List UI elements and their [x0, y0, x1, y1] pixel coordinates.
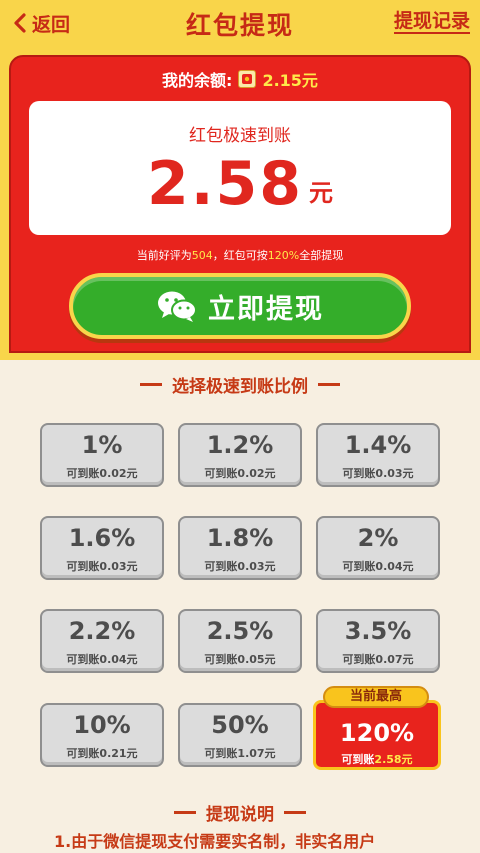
- title-dash: [140, 383, 162, 386]
- ratio-option[interactable]: 50% 可到账1.07元: [178, 703, 302, 767]
- wechat-icon: [158, 291, 197, 322]
- ratio-section-title: 选择极速到账比例: [0, 372, 480, 397]
- withdraw-now-label: 立即提现: [208, 293, 324, 325]
- header: 返回 红包提现 提现记录: [0, 0, 480, 48]
- option-amount: 可到账2.58元: [316, 751, 438, 767]
- option-amount: 可到账0.04元: [66, 653, 138, 666]
- option-amount: 可到账0.07元: [342, 653, 414, 666]
- ratio-option[interactable]: 2.2% 可到账0.04元: [40, 609, 164, 673]
- option-amount: 可到账0.05元: [204, 653, 276, 666]
- option-percent: 50%: [211, 711, 269, 739]
- option-amount: 可到账0.04元: [342, 560, 414, 573]
- ratio-section-label: 选择极速到账比例: [172, 377, 308, 397]
- title-dash: [174, 811, 196, 814]
- option-amount-prefix: 可到账: [341, 753, 375, 766]
- option-percent: 120%: [339, 719, 415, 747]
- ratio-option[interactable]: 1% 可到账0.02元: [40, 423, 164, 487]
- title-dash: [318, 383, 340, 386]
- option-amount-value: 2.58元: [374, 753, 413, 766]
- desc-line-1: 1.由于微信提现支付需要实名制，非实名用户: [54, 832, 376, 851]
- rating-score: 504: [191, 249, 213, 262]
- rating-middle: ，红包可按: [212, 249, 268, 262]
- express-unit: 元: [309, 179, 334, 207]
- option-percent: 1.6%: [68, 524, 136, 552]
- desc-section-label: 提现说明: [206, 805, 274, 825]
- ratio-option[interactable]: 3.5% 可到账0.07元: [316, 609, 440, 673]
- express-amount-box: 红包极速到账 2.58 元: [29, 101, 451, 235]
- desc-section-title: 提现说明: [0, 800, 480, 825]
- option-percent: 2.5%: [206, 617, 274, 645]
- rating-ratio: 120%: [267, 249, 300, 262]
- option-percent: 3.5%: [344, 617, 412, 645]
- option-amount: 可到账0.21元: [66, 747, 138, 760]
- option-percent: 1.2%: [206, 431, 274, 459]
- balance-row: 我的余额: 2.15元: [11, 67, 469, 91]
- ratio-option[interactable]: 10% 可到账0.21元: [40, 703, 164, 767]
- ratio-option[interactable]: 1.8% 可到账0.03元: [178, 516, 302, 580]
- option-amount: 可到账0.03元: [342, 467, 414, 480]
- express-amount: 2.58: [146, 149, 304, 219]
- ratio-option[interactable]: 1.2% 可到账0.02元: [178, 423, 302, 487]
- ratio-option-selected[interactable]: 120% 可到账2.58元: [313, 700, 441, 770]
- option-percent: 10%: [73, 711, 131, 739]
- red-packet-icon: [238, 70, 257, 88]
- title-dash: [284, 811, 306, 814]
- rating-suffix: 全部提现: [299, 249, 344, 262]
- option-percent: 2.2%: [68, 617, 136, 645]
- option-percent: 1.4%: [344, 431, 412, 459]
- option-amount: 可到账0.03元: [204, 560, 276, 573]
- withdraw-card: 我的余额: 2.15元 红包极速到账 2.58 元 当前好评为504，红包可按1…: [9, 55, 471, 353]
- option-amount: 可到账0.03元: [66, 560, 138, 573]
- option-percent: 2%: [357, 524, 399, 552]
- balance-amount: 2.15元: [262, 71, 318, 90]
- ratio-option[interactable]: 1.6% 可到账0.03元: [40, 516, 164, 580]
- option-amount: 可到账1.07元: [204, 747, 276, 760]
- ratio-option[interactable]: 2.5% 可到账0.05元: [178, 609, 302, 673]
- option-percent: 1.8%: [206, 524, 274, 552]
- express-label: 红包极速到账: [189, 126, 291, 146]
- option-amount: 可到账0.02元: [204, 467, 276, 480]
- express-value: 2.58 元: [29, 151, 451, 217]
- rating-note: 当前好评为504，红包可按120%全部提现: [11, 247, 469, 263]
- option-amount: 可到账0.02元: [66, 467, 138, 480]
- option-percent: 1%: [81, 431, 123, 459]
- ratio-option[interactable]: 2% 可到账0.04元: [316, 516, 440, 580]
- withdraw-record-link[interactable]: 提现记录: [393, 10, 470, 34]
- withdraw-now-button[interactable]: 立即提现: [69, 273, 411, 339]
- ratio-option[interactable]: 1.4% 可到账0.03元: [316, 423, 440, 487]
- balance-label: 我的余额:: [162, 71, 233, 90]
- rating-prefix: 当前好评为: [136, 249, 192, 262]
- highest-badge: 当前最高: [323, 686, 429, 708]
